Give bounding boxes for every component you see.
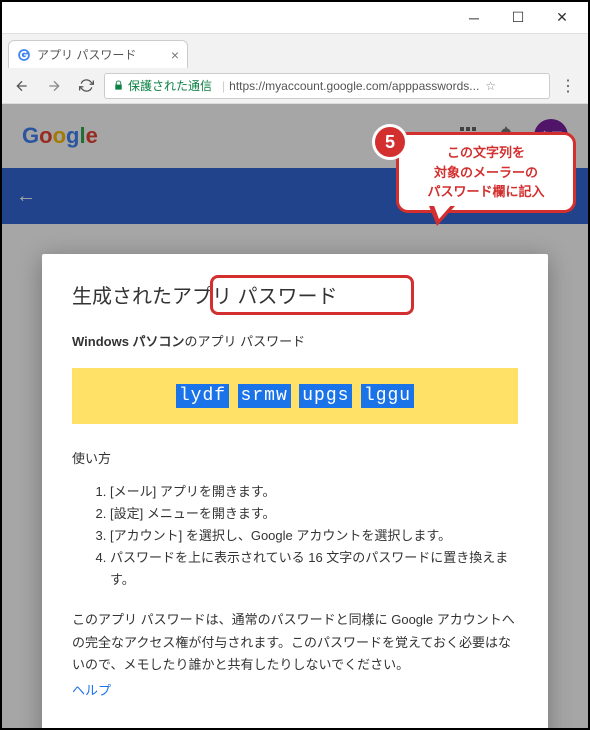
browser-menu-button[interactable]: ⋮ xyxy=(554,72,582,100)
howto-title: 使い方 xyxy=(72,448,518,467)
lock-icon: 保護された通信 xyxy=(113,77,212,94)
callout-number-badge: 5 xyxy=(372,124,408,160)
generated-password[interactable]: lydf srmw upgs lggu xyxy=(174,386,416,406)
google-favicon-icon xyxy=(17,48,31,62)
secure-label: 保護された通信 xyxy=(128,77,212,94)
howto-step: [アカウント] を選択し、Google アカウントを選択します。 xyxy=(110,525,518,547)
password-note: このアプリ パスワードは、通常のパスワードと同様に Google アカウントへの… xyxy=(72,609,518,675)
window-titlebar: ─ ☐ ✕ xyxy=(2,2,588,34)
howto-list: [メール] アプリを開きます。 [設定] メニューを開きます。 [アカウント] … xyxy=(72,481,518,591)
app-password-modal: 生成されたアプリ パスワード Windows パソコンのアプリ パスワード ly… xyxy=(42,254,548,728)
forward-button[interactable] xyxy=(40,72,68,100)
howto-step: パスワードを上に表示されている 16 文字のパスワードに置き換えます。 xyxy=(110,547,518,591)
window-close-button[interactable]: ✕ xyxy=(540,4,584,32)
url-text: https://myaccount.google.com/apppassword… xyxy=(229,79,479,93)
callout-text: この文字列を 対象のメーラーの パスワード欄に記入 xyxy=(396,132,576,213)
annotation-callout: 5 この文字列を 対象のメーラーの パスワード欄に記入 xyxy=(396,132,576,213)
tab-title: アプリ パスワード xyxy=(37,46,165,63)
reload-button[interactable] xyxy=(72,72,100,100)
browser-tab[interactable]: アプリ パスワード × xyxy=(8,40,188,68)
password-display: lydf srmw upgs lggu xyxy=(72,368,518,424)
tab-bar: アプリ パスワード × xyxy=(2,34,588,68)
modal-title: 生成されたアプリ パスワード xyxy=(72,280,518,309)
modal-subhead: Windows パソコンのアプリ パスワード xyxy=(72,331,518,350)
bookmark-star-icon[interactable]: ☆ xyxy=(485,79,496,93)
howto-step: [設定] メニューを開きます。 xyxy=(110,503,518,525)
tab-close-icon[interactable]: × xyxy=(171,47,179,63)
back-button[interactable] xyxy=(8,72,36,100)
howto-step: [メール] アプリを開きます。 xyxy=(110,481,518,503)
help-link[interactable]: ヘルプ xyxy=(72,683,111,698)
window-maximize-button[interactable]: ☐ xyxy=(496,4,540,32)
window-minimize-button[interactable]: ─ xyxy=(452,4,496,32)
address-bar: 保護された通信 | https://myaccount.google.com/a… xyxy=(2,68,588,104)
url-input[interactable]: 保護された通信 | https://myaccount.google.com/a… xyxy=(104,73,550,99)
